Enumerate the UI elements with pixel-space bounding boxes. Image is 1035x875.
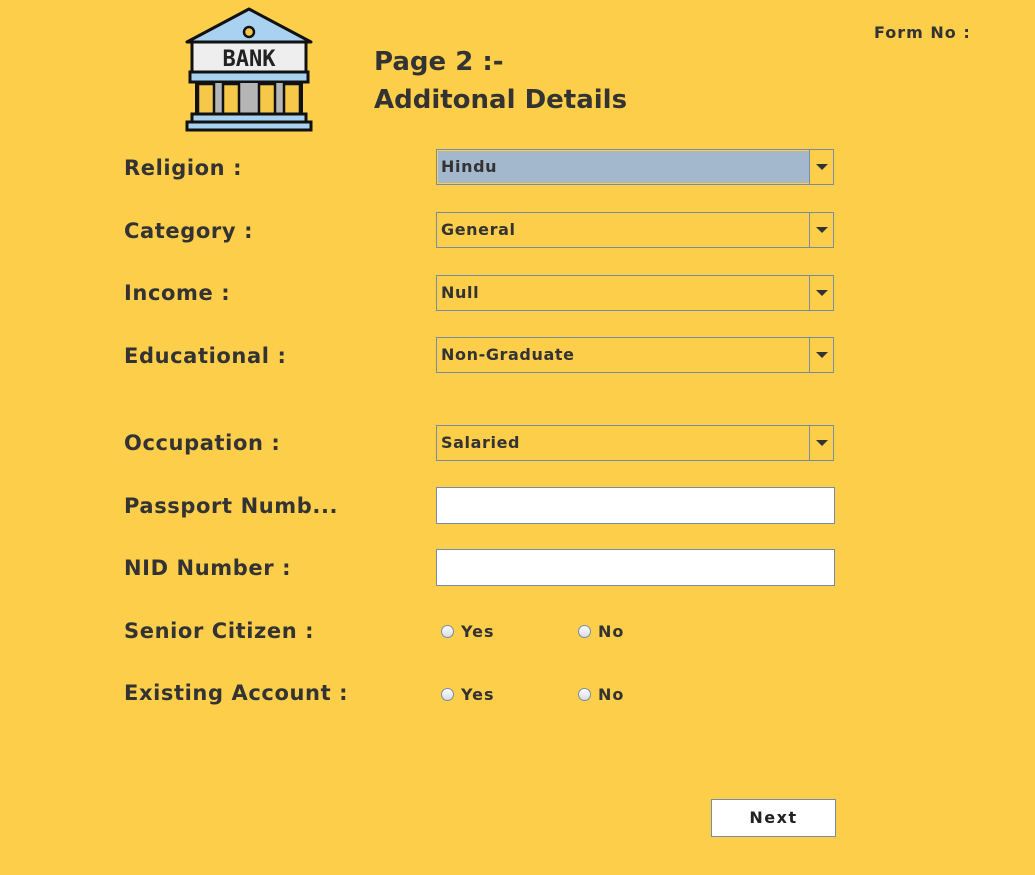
- chevron-down-icon[interactable]: [809, 213, 833, 247]
- radio-circle-icon[interactable]: [441, 688, 454, 701]
- income-dropdown[interactable]: Null: [436, 275, 834, 311]
- radio-label-yes: Yes: [461, 622, 495, 641]
- bank-logo-icon: BANK: [185, 7, 313, 132]
- radio-label-no: No: [598, 622, 625, 641]
- occupation-label: Occupation :: [124, 431, 281, 455]
- chevron-down-icon[interactable]: [809, 276, 833, 310]
- next-button[interactable]: Next: [711, 799, 836, 837]
- nid-label: NID Number :: [124, 556, 292, 580]
- form-number-label: Form No :: [874, 23, 971, 42]
- educational-label: Educational :: [124, 344, 287, 368]
- occupation-dropdown[interactable]: Salaried: [436, 425, 834, 461]
- passport-label: Passport Numb...: [124, 494, 339, 518]
- radio-circle-icon[interactable]: [578, 688, 591, 701]
- senior-citizen-no-radio[interactable]: No: [578, 622, 624, 641]
- radio-circle-icon[interactable]: [578, 625, 591, 638]
- chevron-down-icon[interactable]: [809, 150, 833, 184]
- chevron-down-icon[interactable]: [809, 338, 833, 372]
- chevron-down-icon[interactable]: [809, 426, 833, 460]
- occupation-value: Salaried: [441, 433, 521, 452]
- bank-logo-text: BANK: [223, 47, 277, 72]
- radio-label-yes: Yes: [461, 685, 495, 704]
- radio-circle-icon[interactable]: [441, 625, 454, 638]
- income-label: Income :: [124, 281, 231, 305]
- educational-value: Non-Graduate: [441, 345, 575, 364]
- passport-number-input[interactable]: [436, 487, 835, 524]
- nid-number-input[interactable]: [436, 549, 835, 586]
- senior-citizen-label: Senior Citizen :: [124, 619, 315, 643]
- religion-label: Religion :: [124, 156, 243, 180]
- senior-citizen-yes-radio[interactable]: Yes: [441, 622, 495, 641]
- existing-account-label: Existing Account :: [124, 681, 349, 705]
- religion-value: Hindu: [438, 151, 809, 183]
- educational-dropdown[interactable]: Non-Graduate: [436, 337, 834, 373]
- income-value: Null: [441, 283, 480, 302]
- page-title: Page 2 :-: [374, 47, 504, 77]
- page-subtitle: Additonal Details: [374, 85, 628, 115]
- category-value: General: [441, 220, 516, 239]
- existing-account-yes-radio[interactable]: Yes: [441, 685, 495, 704]
- existing-account-no-radio[interactable]: No: [578, 685, 624, 704]
- category-dropdown[interactable]: General: [436, 212, 834, 248]
- religion-dropdown[interactable]: Hindu: [436, 149, 834, 185]
- radio-label-no: No: [598, 685, 625, 704]
- category-label: Category :: [124, 219, 254, 243]
